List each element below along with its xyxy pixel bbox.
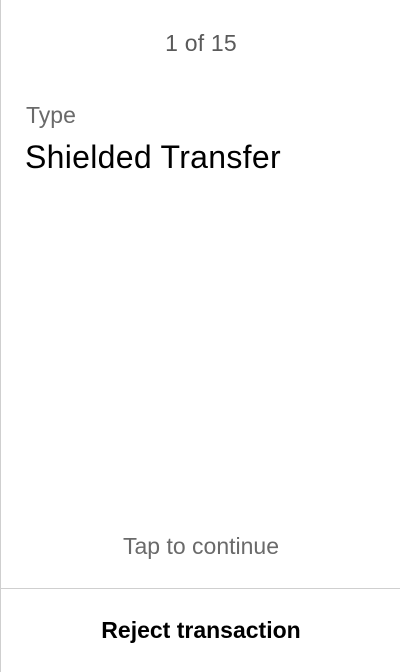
field-label-type: Type xyxy=(26,102,76,128)
page-indicator: 1 of 15 xyxy=(165,30,237,56)
field-value-type: Shielded Transfer xyxy=(25,139,281,175)
reject-transaction-button[interactable]: Reject transaction xyxy=(1,589,400,672)
transaction-review-screen[interactable]: 1 of 15 Type Shielded Transfer Tap to co… xyxy=(0,0,400,672)
tap-to-continue-prompt[interactable]: Tap to continue xyxy=(1,533,400,560)
